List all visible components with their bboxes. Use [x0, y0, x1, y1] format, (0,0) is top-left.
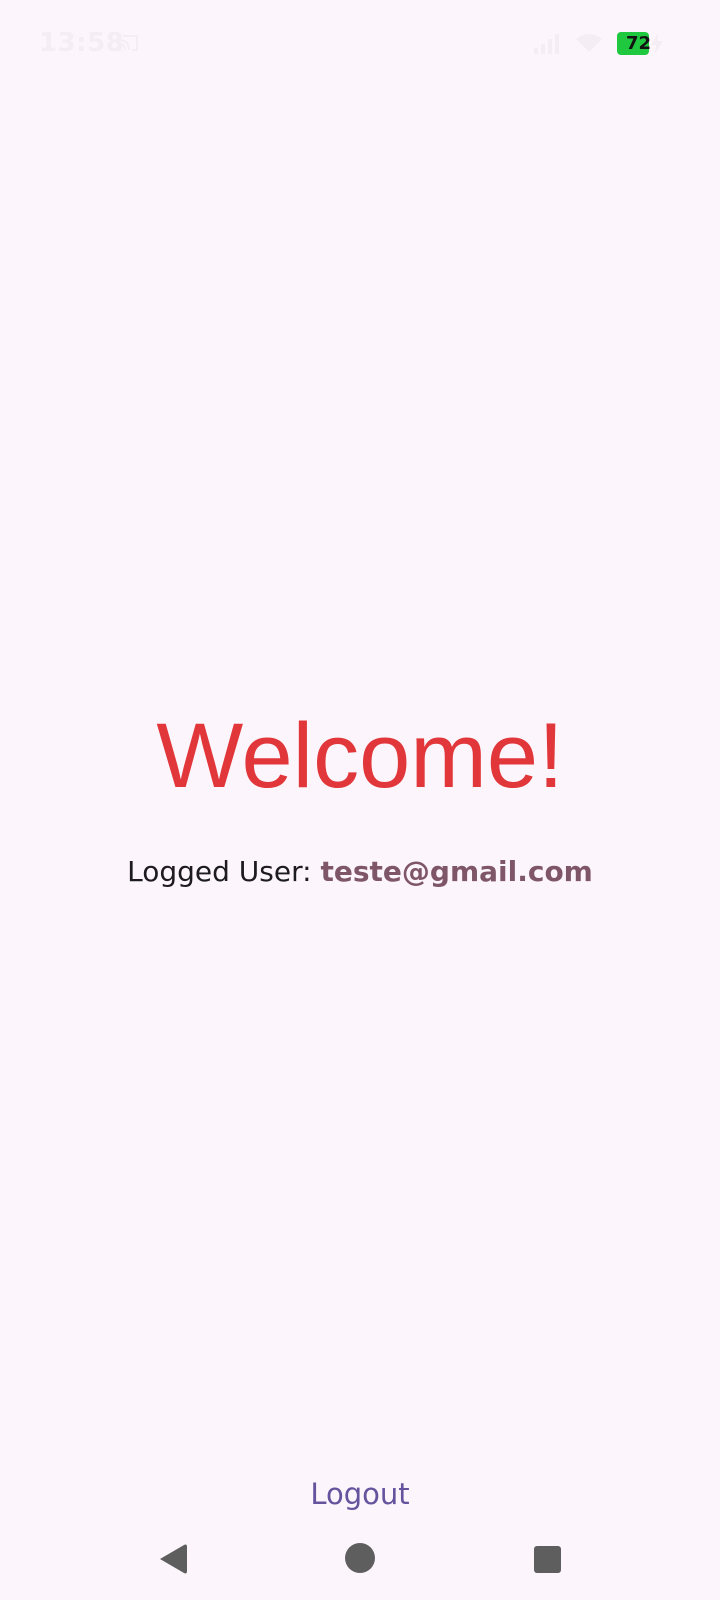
- status-bar: 13:58 72: [0, 0, 720, 88]
- home-icon[interactable]: [345, 1543, 375, 1573]
- battery-level: 72: [626, 33, 652, 54]
- recents-icon[interactable]: [534, 1546, 561, 1573]
- logged-user-label: Logged User:: [127, 855, 321, 888]
- logged-user-line: Logged User: teste@gmail.com: [0, 852, 720, 892]
- welcome-title: Welcome!: [156, 705, 564, 807]
- logged-user-email: teste@gmail.com: [320, 855, 593, 888]
- charging-icon: [651, 33, 663, 54]
- cast-icon: [118, 35, 138, 51]
- status-time: 13:58: [39, 28, 125, 58]
- signal-icon: [534, 34, 559, 54]
- navigation-bar: [0, 1520, 720, 1600]
- logout-button[interactable]: Logout: [294, 1472, 426, 1516]
- battery-icon: 72: [617, 32, 652, 55]
- wifi-icon: [576, 34, 602, 52]
- back-icon[interactable]: [156, 1542, 188, 1576]
